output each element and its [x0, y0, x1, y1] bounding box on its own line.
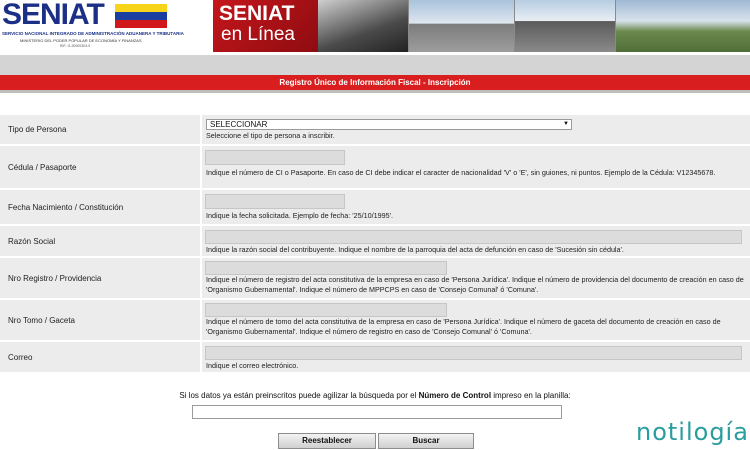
control-number-text-before: Si los datos ya están preinscritos puede…	[179, 391, 419, 400]
row-fecha: Fecha Nacimiento / Constitución Indique …	[0, 190, 750, 224]
nro-tomo-label: Nro Tomo / Gaceta	[0, 300, 200, 340]
cedula-input[interactable]	[205, 150, 345, 165]
banner-photo-keyboard	[318, 0, 408, 52]
nro-tomo-input[interactable]	[205, 303, 447, 317]
cedula-hint: Indique el número de CI o Pasaporte. En …	[206, 168, 716, 177]
banner-title: SENIAT	[219, 2, 295, 25]
correo-cell: Indique el correo electrónico.	[202, 342, 750, 372]
row-cedula: Cédula / Pasaporte Indique el número de …	[0, 146, 750, 188]
banner-title-block: SENIAT en Línea	[213, 0, 318, 52]
dropdown-arrow-icon: ▼	[563, 121, 569, 127]
tipo-persona-select[interactable]: SELECCIONAR ▼	[206, 119, 572, 130]
row-nro-tomo: Nro Tomo / Gaceta Indique el número de t…	[0, 300, 750, 340]
banner-photo-building	[409, 0, 514, 52]
banner-subtitle: en Línea	[221, 24, 295, 45]
logo-ministry: MINISTERIO DEL PODER POPULAR DE ECONOMÍA…	[20, 38, 142, 43]
razon-social-input[interactable]	[205, 230, 742, 244]
page-header: SENIAT SERVICIO NACIONAL INTEGRADO DE AD…	[0, 0, 750, 55]
fecha-label: Fecha Nacimiento / Constitución	[0, 190, 200, 224]
logo-subtitle: SERVICIO NACIONAL INTEGRADO DE ADMINISTR…	[2, 31, 184, 36]
razon-social-label: Razón Social	[0, 226, 200, 256]
venezuela-flag-icon	[115, 4, 167, 28]
nav-bar	[0, 55, 750, 75]
tipo-persona-hint: Seleccione el tipo de persona a inscribi…	[206, 131, 335, 140]
razon-social-cell: Indique la razón social del contribuyent…	[202, 226, 750, 256]
nro-registro-hint: Indique el número de registro del acta c…	[206, 275, 744, 294]
nro-registro-cell: Indique el número de registro del acta c…	[202, 258, 750, 298]
seniat-logo[interactable]: SENIAT SERVICIO NACIONAL INTEGRADO DE AD…	[0, 0, 212, 55]
search-button[interactable]: Buscar	[378, 433, 474, 449]
banner-photo-campus	[616, 0, 750, 52]
nro-registro-label: Nro Registro / Providencia	[0, 258, 200, 298]
reset-button[interactable]: Reestablecer	[278, 433, 376, 449]
cedula-cell: Indique el número de CI o Pasaporte. En …	[202, 146, 750, 188]
control-number-input[interactable]	[192, 405, 562, 419]
correo-label: Correo	[0, 342, 200, 372]
notilogia-watermark: notilogía	[636, 418, 749, 446]
correo-input[interactable]	[205, 346, 742, 360]
nro-registro-input[interactable]	[205, 261, 447, 275]
page-title: Registro Único de Información Fiscal - I…	[279, 78, 471, 87]
nro-tomo-hint: Indique el número de tomo del acta const…	[206, 317, 721, 336]
tipo-persona-select-value: SELECCIONAR	[210, 120, 268, 129]
correo-hint: Indique el correo electrónico.	[206, 361, 299, 370]
control-number-text-bold: Número de Control	[418, 391, 492, 400]
fecha-hint: Indique la fecha solicitada. Ejemplo de …	[206, 211, 393, 220]
tipo-persona-cell: SELECCIONAR ▼ Seleccione el tipo de pers…	[202, 115, 750, 144]
row-correo: Correo Indique el correo electrónico.	[0, 342, 750, 372]
logo-rif: RIF: G-20000303-0	[60, 44, 91, 48]
tipo-persona-label: Tipo de Persona	[0, 115, 200, 144]
fecha-input[interactable]	[205, 194, 345, 209]
fecha-cell: Indique la fecha solicitada. Ejemplo de …	[202, 190, 750, 224]
row-tipo-persona: Tipo de Persona SELECCIONAR ▼ Seleccione…	[0, 115, 750, 144]
row-nro-registro: Nro Registro / Providencia Indique el nú…	[0, 258, 750, 298]
control-number-text-after: impreso en la planilla:	[491, 391, 571, 400]
logo-wordmark: SENIAT	[2, 0, 105, 31]
cedula-label: Cédula / Pasaporte	[0, 146, 200, 188]
row-razon-social: Razón Social Indique la razón social del…	[0, 226, 750, 256]
razon-social-hint: Indique la razón social del contribuyent…	[206, 245, 624, 254]
nro-tomo-cell: Indique el número de tomo del acta const…	[202, 300, 750, 340]
title-bar: Registro Único de Información Fiscal - I…	[0, 75, 750, 93]
control-number-instructions: Si los datos ya están preinscritos puede…	[0, 391, 750, 400]
seniat-en-linea-banner: SENIAT en Línea	[213, 0, 750, 52]
banner-photo-headquarters	[515, 0, 615, 52]
